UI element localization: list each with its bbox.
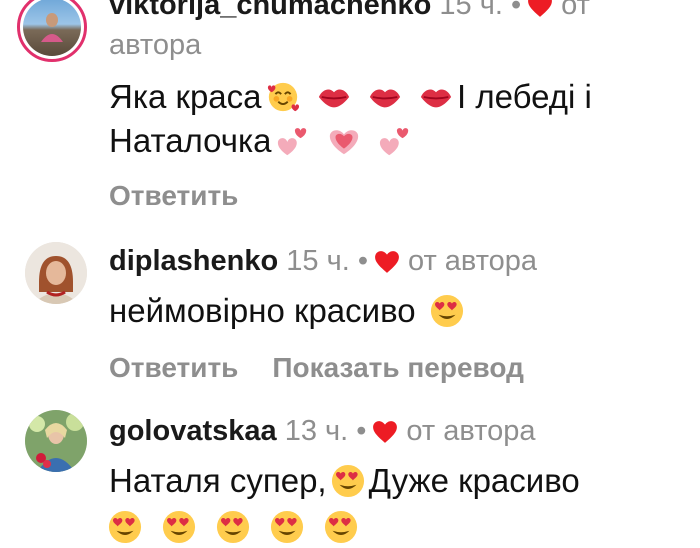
heart-icon[interactable] bbox=[527, 0, 553, 18]
reply-button[interactable]: Ответить bbox=[109, 352, 238, 383]
comment-text: Яка краса І лебеді і bbox=[109, 76, 592, 118]
avatar[interactable] bbox=[25, 410, 87, 472]
smiling-face-with-hearts-icon bbox=[266, 80, 300, 114]
liked-by-author-label: от bbox=[561, 0, 590, 21]
heart-icon[interactable] bbox=[372, 420, 398, 444]
heart-eyes-icon bbox=[108, 510, 142, 544]
comment-text-part: неймовірно красиво bbox=[109, 292, 416, 329]
timestamp: 15 ч. bbox=[439, 0, 503, 21]
comment-text: Наталя супер, Дуже красиво bbox=[109, 460, 580, 502]
comment-actions: Ответить bbox=[109, 180, 238, 212]
avatar-photo bbox=[25, 242, 87, 304]
timestamp: 13 ч. bbox=[284, 415, 349, 447]
comment-text-line2 bbox=[104, 506, 362, 548]
username[interactable]: viktorija_chumachenko bbox=[109, 0, 431, 21]
comment-text-part: Наталочка bbox=[109, 122, 272, 159]
show-translation-button[interactable]: Показать перевод bbox=[272, 352, 524, 383]
reply-button[interactable]: Ответить bbox=[109, 180, 238, 211]
comment-text-part: І лебеді і bbox=[457, 78, 592, 115]
liked-by-author-label-cont: автора bbox=[109, 29, 202, 61]
liked-by-author-label: от автора bbox=[406, 415, 536, 447]
two-hearts-icon bbox=[276, 124, 310, 158]
heart-eyes-icon bbox=[270, 510, 304, 544]
heart-eyes-icon bbox=[162, 510, 196, 544]
liked-by-author-label: от автора bbox=[407, 245, 538, 277]
comment-text-part: Наталя супер, bbox=[109, 462, 327, 499]
comment-actions: Ответить Показать перевод bbox=[109, 352, 524, 384]
comment-meta: diplashenko 15 ч. • от автора bbox=[109, 244, 537, 278]
separator: • bbox=[357, 245, 368, 277]
kiss-mark-icon bbox=[317, 80, 351, 114]
avatar-photo bbox=[25, 410, 87, 472]
comment-text: неймовірно красиво bbox=[109, 290, 468, 332]
username[interactable]: diplashenko bbox=[109, 245, 278, 277]
comment-meta: viktorija_chumachenko 15 ч. • от bbox=[109, 0, 590, 22]
avatar[interactable] bbox=[25, 242, 87, 304]
separator: • bbox=[356, 415, 367, 447]
heart-eyes-icon bbox=[216, 510, 250, 544]
heart-eyes-icon bbox=[331, 464, 365, 498]
kiss-mark-icon bbox=[419, 80, 453, 114]
avatar[interactable] bbox=[17, 0, 87, 62]
timestamp: 15 ч. bbox=[286, 245, 350, 277]
heart-eyes-icon bbox=[324, 510, 358, 544]
comment-text-line2: Наталочка bbox=[109, 120, 416, 162]
heart-eyes-icon bbox=[430, 294, 464, 328]
two-hearts-icon bbox=[378, 124, 412, 158]
comment-text-part: Дуже красиво bbox=[368, 462, 580, 499]
heart-icon[interactable] bbox=[374, 250, 400, 274]
kiss-mark-icon bbox=[368, 80, 402, 114]
avatar-photo bbox=[41, 13, 63, 42]
growing-heart-icon bbox=[327, 124, 361, 158]
username[interactable]: golovatskaa bbox=[109, 415, 277, 447]
comment-text-part: Яка краса bbox=[109, 78, 262, 115]
separator: • bbox=[510, 0, 522, 21]
comment-meta: golovatskaa 13 ч. • от автора bbox=[109, 414, 535, 448]
